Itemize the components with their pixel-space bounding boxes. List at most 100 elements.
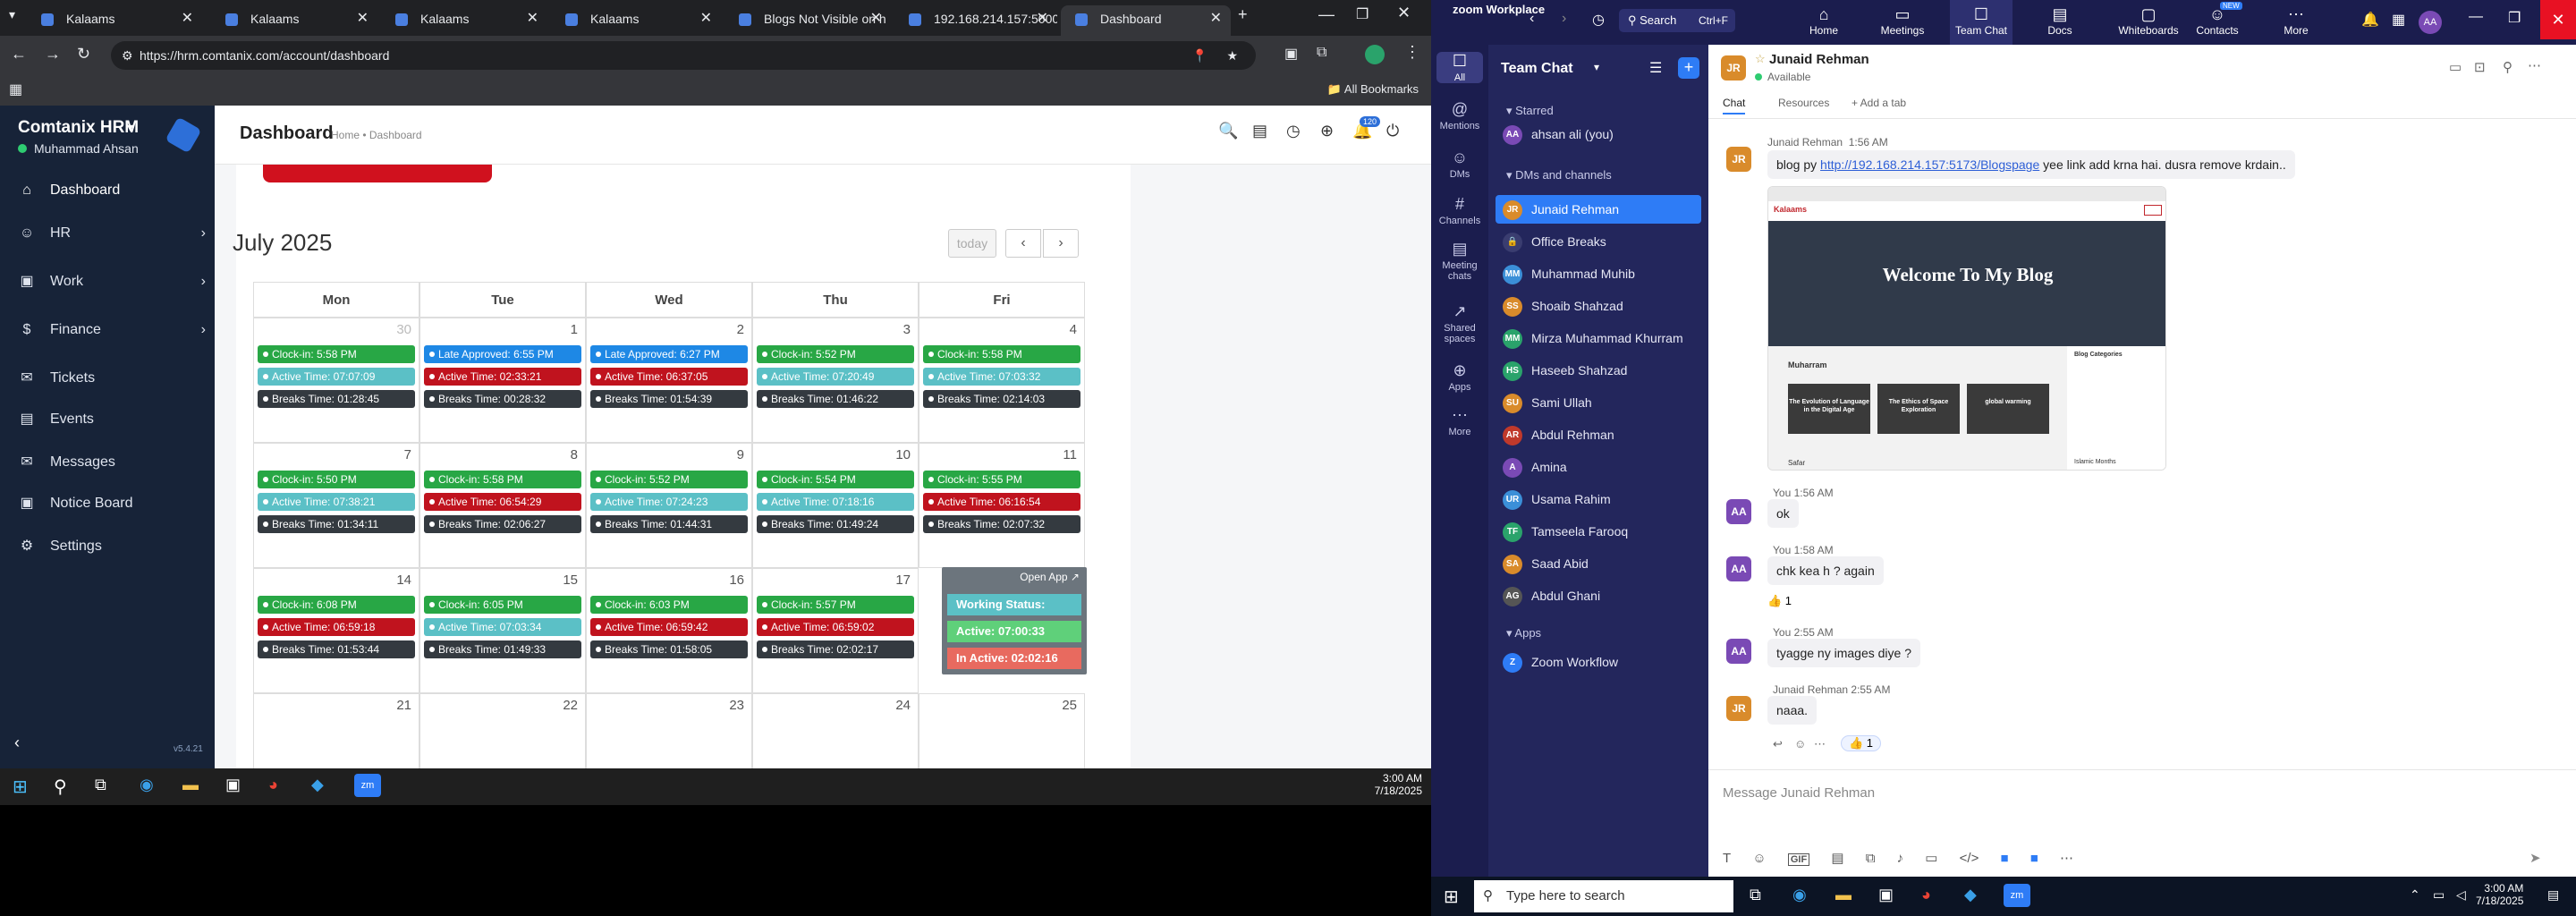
send-icon[interactable]: ➤: [2529, 850, 2541, 866]
store-icon[interactable]: ▣: [1878, 886, 1894, 904]
attendance-event[interactable]: Clock-in: 6:05 PM: [424, 596, 581, 614]
attendance-event[interactable]: Breaks Time: 01:53:44: [258, 640, 415, 658]
calendar-day-cell[interactable]: 14 Clock-in: 6:08 PM Active Time: 06:59:18…: [253, 568, 419, 693]
panel-title[interactable]: Team Chat: [1501, 61, 1573, 77]
sidebar-item-dashboard[interactable]: ⌂ Dashboard: [18, 177, 206, 204]
attendance-event[interactable]: Late Approved: 6:55 PM: [424, 345, 581, 363]
nav-whiteboards[interactable]: ▢ Whiteboards: [2107, 0, 2190, 45]
rail-dms[interactable]: ☺ DMs: [1431, 148, 1488, 180]
attendance-event[interactable]: Clock-in: 5:52 PM: [590, 471, 748, 488]
attendance-event[interactable]: Active Time: 07:03:32: [923, 368, 1080, 386]
attendance-event[interactable]: Clock-in: 5:57 PM: [757, 596, 914, 614]
chat-tab[interactable]: + Add a tab: [1852, 97, 1906, 109]
new-tab-icon[interactable]: +: [1238, 5, 1248, 24]
more-icon[interactable]: ⋯: [2528, 57, 2541, 73]
gif-button[interactable]: GIF: [1787, 853, 1810, 866]
chat-list-item[interactable]: Z Zoom Workflow: [1496, 648, 1701, 676]
collapse-sidebar-icon[interactable]: ‹: [14, 734, 20, 752]
calendar-day-cell[interactable]: 11 Clock-in: 5:55 PM Active Time: 06:16:54…: [919, 443, 1085, 568]
nav-team-chat[interactable]: ☐ Team Chat: [1950, 0, 2012, 45]
attendance-event[interactable]: Clock-in: 5:54 PM: [757, 471, 914, 488]
message-link[interactable]: http://192.168.214.157:5173/Blogspage: [1820, 157, 2039, 172]
attendance-event[interactable]: Clock-in: 5:52 PM: [757, 345, 914, 363]
attendance-event[interactable]: Clock-in: 5:58 PM: [258, 345, 415, 363]
attendance-event[interactable]: Active Time: 07:24:23: [590, 493, 748, 511]
attendance-event[interactable]: Active Time: 06:54:29: [424, 493, 581, 511]
bell-icon[interactable]: 🔔: [2361, 11, 2379, 29]
bookmark-star-icon[interactable]: ★: [1226, 41, 1238, 70]
red-banner-button[interactable]: [263, 165, 492, 182]
user-avatar[interactable]: AA: [2419, 11, 2442, 34]
add-icon[interactable]: ⊕: [1320, 122, 1334, 140]
message-avatar[interactable]: AA: [1726, 639, 1751, 664]
rail-apps[interactable]: ⊕ Apps: [1431, 361, 1488, 393]
task-view-icon[interactable]: ⧉: [95, 776, 106, 794]
extensions-puzzle-icon[interactable]: ⧉: [1317, 45, 1326, 61]
section-header[interactable]: ▾ Apps: [1506, 626, 1541, 640]
calendar-day-cell[interactable]: 9 Clock-in: 5:52 PM Active Time: 07:24:23 B…: [586, 443, 752, 568]
mic-icon[interactable]: ♪: [1897, 851, 1904, 866]
calendar-day-cell[interactable]: 10 Clock-in: 5:54 PM Active Time: 07:18:16…: [752, 443, 919, 568]
edge-icon[interactable]: ◉: [1792, 886, 1807, 904]
attendance-event[interactable]: Breaks Time: 02:02:17: [757, 640, 914, 658]
attendance-event[interactable]: Clock-in: 5:55 PM: [923, 471, 1080, 488]
chat-list-item[interactable]: SS Shoaib Shahzad: [1496, 292, 1701, 320]
browser-tab[interactable]: 192.168.214.157:5000 ✕: [894, 5, 1057, 36]
sidebar-item-settings[interactable]: ⚙ Settings: [18, 533, 206, 560]
attendance-event[interactable]: Breaks Time: 02:07:32: [923, 515, 1080, 533]
chat-list-item[interactable]: A Amina: [1496, 453, 1701, 481]
attendance-event[interactable]: Active Time: 06:37:05: [590, 368, 748, 386]
attendance-event[interactable]: Active Time: 07:18:16: [757, 493, 914, 511]
chat-list-item[interactable]: HS Haseeb Shahzad: [1496, 356, 1701, 385]
tab-close-icon[interactable]: ✕: [870, 5, 882, 32]
sidebar-item-hr[interactable]: ☺ HR ›: [18, 220, 206, 247]
taskbar-search-input[interactable]: ⚲ Type here to search: [1474, 880, 1733, 912]
attendance-event[interactable]: Breaks Time: 02:14:03: [923, 390, 1080, 408]
task-view-icon[interactable]: ⧉: [1750, 886, 1761, 904]
tab-close-icon[interactable]: ✕: [527, 5, 538, 32]
calendar-day-cell[interactable]: 30 Clock-in: 5:58 PM Active Time: 07:07:09…: [253, 318, 419, 443]
sidebar-item-finance[interactable]: $ Finance ›: [18, 317, 206, 344]
tab-close-icon[interactable]: ✕: [357, 5, 369, 32]
breadcrumb[interactable]: Home • Dashboard: [331, 129, 422, 141]
store-icon[interactable]: ▣: [225, 776, 241, 794]
file-explorer-icon[interactable]: ▬: [182, 776, 199, 794]
attendance-event[interactable]: Active Time: 06:16:54: [923, 493, 1080, 511]
chat-tab[interactable]: Resources: [1778, 97, 1829, 109]
calendar-day-cell[interactable]: 3 Clock-in: 5:52 PM Active Time: 07:20:49 B…: [752, 318, 919, 443]
chat-list-item[interactable]: SU Sami Ullah: [1496, 388, 1701, 417]
current-user[interactable]: Muhammad Ahsan: [18, 141, 139, 156]
search-input[interactable]: ⚲ Search Ctrl+F: [1619, 9, 1735, 32]
tab-search-icon[interactable]: ▾: [9, 7, 15, 22]
left-clock[interactable]: 3:00 AM 7/18/2025: [1375, 772, 1422, 797]
attendance-event[interactable]: Breaks Time: 01:54:39: [590, 390, 748, 408]
attendance-event[interactable]: Breaks Time: 01:49:24: [757, 515, 914, 533]
browser-tab[interactable]: Kalaams ✕: [381, 5, 547, 36]
reload-icon[interactable]: ↻: [77, 45, 90, 64]
history-icon[interactable]: ◷: [1592, 11, 1605, 29]
clock-icon[interactable]: ◷: [1286, 122, 1301, 140]
attendance-event[interactable]: Active Time: 07:38:21: [258, 493, 415, 511]
app-icon-2[interactable]: ■: [2030, 851, 2038, 866]
calendar-icon[interactable]: ▦: [2392, 11, 2405, 29]
apps-grid-icon[interactable]: ▦: [9, 81, 22, 98]
url-input[interactable]: ⚙ https://hrm.comtanix.com/account/dashb…: [111, 41, 1256, 70]
rail-all[interactable]: ☐ All: [1436, 52, 1483, 83]
message-avatar[interactable]: JR: [1726, 696, 1751, 721]
rail-channels[interactable]: # Channels: [1431, 195, 1488, 226]
chat-list-item[interactable]: TF Tamseela Farooq: [1496, 517, 1701, 546]
zoom-taskbar-icon[interactable]: zm: [2004, 884, 2030, 907]
chat-list-item[interactable]: MM Muhammad Muhib: [1496, 259, 1701, 288]
sidebar-item-notice-board[interactable]: ▣ Notice Board: [18, 490, 206, 517]
close-icon[interactable]: ✕: [2540, 0, 2576, 39]
panel-title-chevron-icon[interactable]: ▾: [1594, 61, 1599, 73]
browser-tab[interactable]: Dashboard ✕: [1061, 5, 1231, 36]
video-message-icon[interactable]: ▭: [1925, 851, 1937, 866]
message-avatar[interactable]: AA: [1726, 556, 1751, 581]
attendance-event[interactable]: Breaks Time: 01:58:05: [590, 640, 748, 658]
nav-docs[interactable]: ▤ Docs: [2029, 0, 2091, 45]
back-icon[interactable]: ‹: [1530, 11, 1534, 27]
edge-icon[interactable]: ◉: [140, 776, 154, 794]
attendance-event[interactable]: Active Time: 07:03:34: [424, 618, 581, 636]
notes-icon[interactable]: ▤: [1252, 122, 1267, 140]
